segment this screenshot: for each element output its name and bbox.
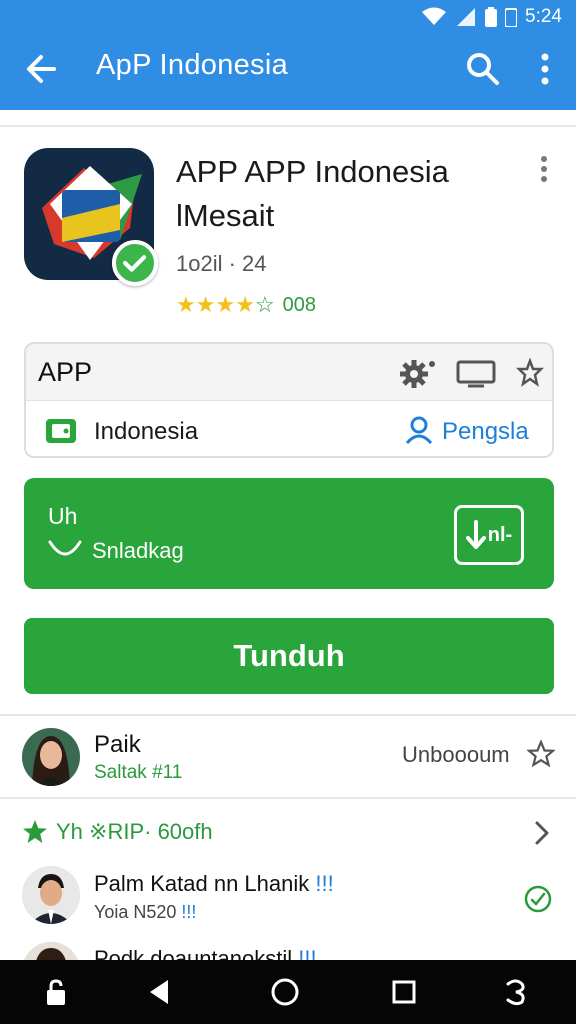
app-meta: 1o2il · 24 [176,251,267,276]
list-item-sub: Yoia N520 !!! [94,902,196,923]
lock-icon[interactable] [40,976,72,1008]
back-arrow-icon[interactable] [22,50,60,88]
review-action[interactable]: Unboooum [402,742,510,768]
star-filled-icon: ★ [215,292,236,317]
download-icon-button[interactable]: nl- [454,505,524,565]
list-item-tag: !!! [315,871,334,896]
verified-badge-icon [112,240,158,286]
list-item-sub-tag: !!! [181,902,197,922]
signal-icon [457,8,476,26]
wifi-icon [422,7,447,25]
smile-icon [48,540,82,556]
section-title: Yh ※RIP· 60ofh [56,819,213,844]
top-app-bar: 5:24 ApP Indonesia [0,0,576,110]
divider [0,125,576,127]
info-card-label: APP [38,357,93,387]
app-bar-title: ApP Indonesia [96,49,289,81]
check-circle-icon[interactable] [523,884,553,914]
info-card-row: Indonesia Pengsla [26,400,552,456]
more-vert-icon[interactable] [534,154,554,184]
status-bar: 5:24 [421,4,562,30]
avatar [22,728,80,786]
battery-icon [485,7,498,27]
system-nav-bar [0,960,576,1024]
reviewer-name: Paik [94,731,141,758]
download-label: nl- [487,523,513,546]
person-icon [405,416,433,445]
divider [0,797,576,799]
search-icon[interactable] [464,50,502,88]
reviewer-sub: Saltak #11 [94,762,183,783]
tablet-icon [46,419,76,443]
list-item-name: Palm Katad nn Lhanik [94,871,310,896]
avatar [22,866,80,924]
star-empty-icon: ☆ [254,292,275,317]
section-header[interactable]: Yh ※RIP· 60ofh [22,819,213,845]
list-item-title: Palm Katad nn Lhanik !!! [94,871,334,897]
recents-icon[interactable] [388,976,420,1008]
star-filled-icon: ★ [195,292,216,317]
star-filled-icon [23,820,47,843]
rating-stars: ★★★★☆ [176,292,275,318]
developer-link[interactable]: Pengsla [442,418,529,446]
gear-icon[interactable] [398,356,438,390]
star-filled-icon: ★ [235,292,255,317]
status-time: 5:24 [525,6,562,27]
info-card: APP Indonesia Pengsla [24,342,554,458]
pin-icon[interactable] [516,358,544,388]
download-arrow-icon [465,520,486,549]
more-vert-icon[interactable] [532,50,558,88]
list-item-subtitle: Yoia N520 [94,902,177,922]
divider [0,714,576,716]
app-title: APP APP Indonesia lMesait [176,154,449,233]
chevron-right-icon[interactable] [532,820,552,846]
screen: 5:24 ApP Indonesia APP APP Indonesia lMe… [0,0,576,1024]
download-button[interactable]: Tunduh [24,618,554,694]
rating: ★★★★☆ 008 [176,292,316,318]
star-icon[interactable] [527,740,555,768]
back-icon[interactable] [144,976,176,1008]
star-filled-icon: ★ [176,292,196,317]
screen-icon[interactable] [456,358,496,388]
install-subtitle: Snladkag [92,538,184,563]
install-panel: Uh Snladkag nl- [24,478,554,589]
rating-count: 008 [282,293,317,316]
region-label: Indonesia [94,418,199,445]
sim-icon [505,8,518,27]
install-size: Uh [48,503,78,529]
assistant-icon[interactable] [500,976,532,1008]
home-icon[interactable] [269,976,301,1008]
